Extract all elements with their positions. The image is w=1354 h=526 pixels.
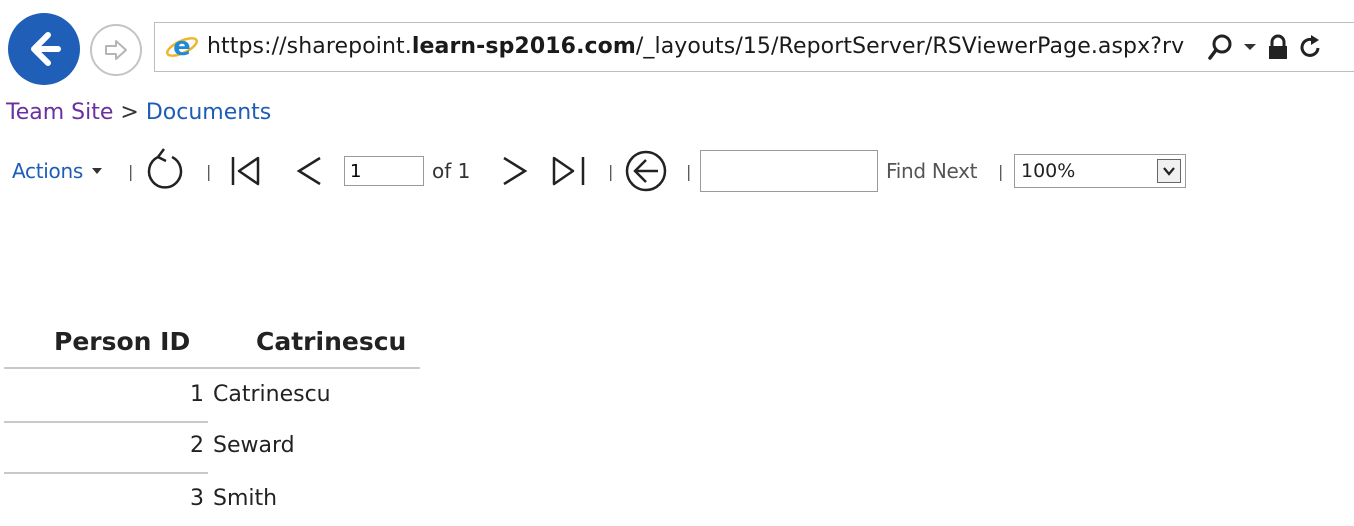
toolbar-separator: | bbox=[128, 161, 134, 181]
column-header-name: Catrinescu bbox=[256, 327, 407, 356]
find-next-link[interactable]: Find Next bbox=[886, 146, 978, 196]
chevron-right-icon bbox=[503, 156, 528, 186]
toolbar-separator: | bbox=[998, 161, 1004, 181]
report-toolbar: Actions | | of 1 | bbox=[12, 146, 1352, 196]
arrow-right-icon bbox=[105, 40, 127, 60]
toolbar-separator: | bbox=[608, 161, 614, 181]
zoom-dropdown-button[interactable] bbox=[1157, 159, 1181, 183]
back-to-parent-button[interactable] bbox=[624, 146, 668, 196]
zoom-dropdown[interactable]: 100% bbox=[1014, 154, 1186, 188]
find-text-input[interactable] bbox=[700, 150, 878, 192]
toolbar-separator: | bbox=[686, 161, 692, 181]
url-domain: learn-sp2016.com bbox=[411, 34, 636, 59]
svg-text:e: e bbox=[173, 32, 191, 62]
last-page-button[interactable] bbox=[550, 146, 588, 196]
actions-label[interactable]: Actions bbox=[12, 159, 83, 183]
back-button[interactable] bbox=[8, 13, 80, 85]
forward-button[interactable] bbox=[90, 24, 142, 76]
cell-name: Seward bbox=[213, 433, 295, 458]
zoom-select[interactable]: 100% bbox=[1014, 146, 1186, 196]
previous-page-button[interactable] bbox=[294, 146, 324, 196]
arrow-left-icon bbox=[31, 32, 61, 66]
browser-toolbar: e https://sharepoint.learn-sp2016.com/_l… bbox=[0, 0, 1354, 88]
address-bar-icons bbox=[1207, 29, 1333, 65]
breadcrumb-separator: > bbox=[120, 100, 139, 125]
row-divider bbox=[4, 421, 208, 423]
page-count-label: of 1 bbox=[432, 159, 471, 183]
zoom-value: 100% bbox=[1021, 160, 1076, 182]
page-number-input[interactable] bbox=[344, 156, 424, 186]
breadcrumb-documents[interactable]: Documents bbox=[146, 100, 271, 125]
cell-person-id: 3 bbox=[190, 486, 204, 511]
ie-logo-icon: e bbox=[166, 32, 198, 62]
refresh-icon bbox=[147, 148, 183, 189]
actions-menu[interactable]: Actions bbox=[12, 146, 103, 196]
toolbar-separator: | bbox=[206, 161, 212, 181]
dropdown-icon[interactable] bbox=[1243, 42, 1257, 52]
search-icon[interactable] bbox=[1207, 33, 1233, 61]
chevron-left-icon bbox=[296, 156, 321, 186]
header-divider bbox=[4, 367, 420, 369]
cell-person-id: 2 bbox=[190, 433, 204, 458]
refresh-button[interactable] bbox=[144, 146, 186, 196]
find-text-field[interactable] bbox=[700, 146, 878, 196]
chevron-down-icon bbox=[91, 168, 102, 174]
refresh-icon[interactable] bbox=[1299, 34, 1323, 60]
cell-name: Smith bbox=[213, 486, 278, 511]
breadcrumb: Team Site > Documents bbox=[6, 98, 271, 128]
url-text[interactable]: https://sharepoint.learn-sp2016.com/_lay… bbox=[207, 23, 1184, 71]
first-page-button[interactable] bbox=[230, 146, 262, 196]
url-path: /_layouts/15/ReportServer/RSViewerPage.a… bbox=[635, 34, 1185, 59]
row-divider bbox=[4, 472, 208, 474]
circle-arrow-left-icon bbox=[625, 150, 667, 192]
cell-person-id: 1 bbox=[190, 382, 204, 407]
page-number-field[interactable] bbox=[344, 146, 424, 196]
breadcrumb-team-site[interactable]: Team Site bbox=[6, 100, 113, 125]
address-bar[interactable]: e https://sharepoint.learn-sp2016.com/_l… bbox=[154, 22, 1354, 72]
next-page-button[interactable] bbox=[500, 146, 530, 196]
column-header-person-id: Person ID bbox=[54, 327, 191, 356]
last-page-icon bbox=[552, 156, 585, 186]
url-prefix: https://sharepoint. bbox=[207, 34, 412, 59]
cell-name: Catrinescu bbox=[213, 382, 331, 407]
lock-icon[interactable] bbox=[1267, 34, 1289, 60]
first-page-icon bbox=[231, 156, 260, 186]
chevron-down-icon bbox=[1163, 167, 1175, 176]
